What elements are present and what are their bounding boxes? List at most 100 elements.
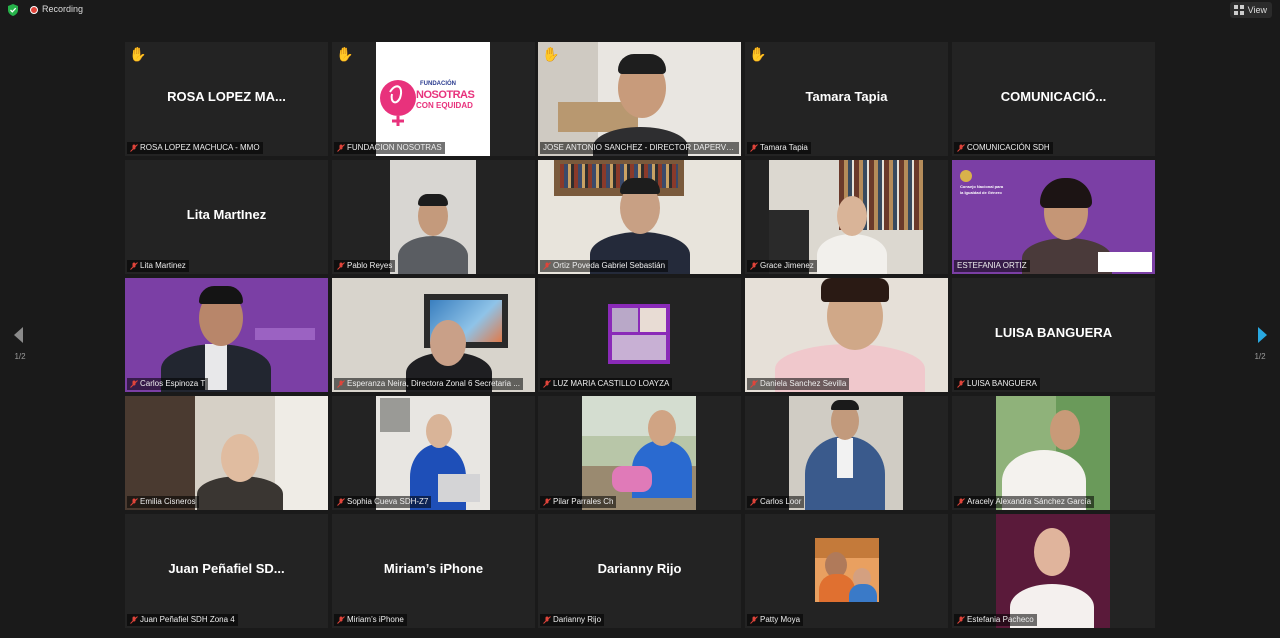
participant-name-label: Ortiz Poveda Gabriel Sebastián	[540, 260, 669, 272]
grid-view-icon	[1233, 5, 1244, 15]
participant-tile[interactable]: Lita MartInez Lita Martinez	[125, 160, 328, 274]
participant-name-label: Patty Moya	[747, 614, 804, 626]
participant-name-label: LUISA BANGUERA	[954, 378, 1040, 390]
participant-name-label: Lita Martinez	[127, 260, 189, 272]
participant-name-label: COMUNICACIÓN SDH	[954, 142, 1053, 154]
participant-video	[769, 160, 923, 274]
participant-tile[interactable]: LUISA BANGUERA LUISA BANGUERA	[952, 278, 1155, 392]
participant-video	[332, 278, 535, 392]
view-label: View	[1247, 5, 1267, 15]
participant-video	[390, 160, 476, 274]
participant-name-label: ROSA LOPEZ MACHUCA - MMO	[127, 142, 263, 154]
participant-tile[interactable]: ✋ FUNDACIÓN NOSOTRAS CON EQUIDAD FUNDACI…	[332, 42, 535, 156]
muted-mic-icon	[543, 380, 551, 388]
muted-mic-icon	[130, 144, 138, 152]
recording-icon	[30, 6, 38, 14]
participant-display-name: Tamara Tapia	[805, 89, 888, 104]
profile-picture	[608, 304, 670, 364]
participant-tile[interactable]: Consejo Nacional para la Igualdad de Gén…	[952, 160, 1155, 274]
participant-name-label: Emilia Cisneros	[127, 496, 199, 508]
participant-tile[interactable]: Sophia Cueva SDH-Z7	[332, 396, 535, 510]
participant-tile[interactable]: Pablo Reyes	[332, 160, 535, 274]
participant-tile[interactable]: Carlos Loor	[745, 396, 948, 510]
muted-mic-icon	[543, 498, 551, 506]
page-indicator-left: 1/2	[14, 352, 26, 361]
participant-video	[376, 396, 490, 510]
participant-display-name: LUISA BANGUERA	[994, 325, 1113, 340]
participant-name-label: Tamara Tapia	[747, 142, 811, 154]
participant-tile[interactable]: Emilia Cisneros	[125, 396, 328, 510]
participant-tile[interactable]: Esperanza Neira, Directora Zonal 6 Secre…	[332, 278, 535, 392]
participant-tile[interactable]: Grace Jimenez	[745, 160, 948, 274]
participant-name-label: ESTEFANIA ORTIZ	[954, 260, 1030, 272]
participant-name-label: Darianny Rijo	[540, 614, 605, 626]
previous-page-arrow-icon[interactable]	[11, 325, 27, 345]
participant-name-label: Estefania Pacheco	[954, 614, 1037, 626]
muted-mic-icon	[750, 380, 758, 388]
participant-name-label: Juan Peñafiel SDH Zona 4	[127, 614, 238, 626]
participant-video	[582, 396, 696, 510]
muted-mic-icon	[750, 262, 758, 270]
profile-picture	[815, 538, 879, 602]
muted-mic-icon	[130, 616, 138, 624]
muted-mic-icon	[957, 380, 965, 388]
participant-tile[interactable]: LUZ MARIA CASTILLO LOAYZA	[538, 278, 741, 392]
participant-video	[125, 278, 328, 392]
participant-tile[interactable]: ✋ ROSA LOPEZ MA... ROSA LOPEZ MACHUCA - …	[125, 42, 328, 156]
participant-video	[996, 514, 1110, 628]
participant-name-label: Miriam’s iPhone	[334, 614, 407, 626]
raised-hand-icon: ✋	[542, 46, 560, 62]
participant-name-label: FUNDACION NOSOTRAS	[334, 142, 445, 154]
participant-video	[125, 396, 328, 510]
participant-video	[538, 160, 741, 274]
muted-mic-icon	[543, 262, 551, 270]
view-button[interactable]: View	[1229, 2, 1272, 18]
raised-hand-icon: ✋	[129, 46, 147, 62]
raised-hand-icon: ✋	[749, 46, 767, 62]
participant-name-label: Pablo Reyes	[334, 260, 396, 272]
recording-label[interactable]: Recording	[42, 4, 83, 14]
participant-display-name: COMUNICACIÓ...	[1000, 89, 1107, 104]
participant-name-label: JOSE ANTONIO SANCHEZ - DIRECTOR DAPERVVE…	[540, 142, 739, 154]
participant-tile[interactable]: Juan Peñafiel SD... Juan Peñafiel SDH Zo…	[125, 514, 328, 628]
participant-tile[interactable]: COMUNICACIÓ... COMUNICACIÓN SDH	[952, 42, 1155, 156]
participant-name-label: Daniela Sanchez Sevilla	[747, 378, 850, 390]
muted-mic-icon	[337, 262, 345, 270]
muted-mic-icon	[337, 144, 345, 152]
raised-hand-icon: ✋	[336, 46, 354, 62]
muted-mic-icon	[543, 616, 551, 624]
muted-mic-icon	[750, 144, 758, 152]
participant-tile[interactable]: Darianny Rijo Darianny Rijo	[538, 514, 741, 628]
participant-name-label: Carlos Loor	[747, 496, 805, 508]
next-page-arrow-icon[interactable]	[1254, 325, 1270, 345]
participant-display-name: Lita MartInez	[186, 207, 267, 222]
participant-video: Consejo Nacional para la Igualdad de Gén…	[952, 160, 1155, 274]
muted-mic-icon	[957, 616, 965, 624]
participant-name-label: Sophia Cueva SDH-Z7	[334, 496, 432, 508]
participant-name-label: LUZ MARIA CASTILLO LOAYZA	[540, 378, 673, 390]
participant-name-label: Pilar Parrales Ch	[540, 496, 617, 508]
muted-mic-icon	[957, 498, 965, 506]
shield-icon[interactable]	[7, 4, 19, 16]
muted-mic-icon	[957, 144, 965, 152]
participant-tile[interactable]: Ortiz Poveda Gabriel Sebastián	[538, 160, 741, 274]
participant-video	[538, 42, 741, 156]
participant-name-label: Grace Jimenez	[747, 260, 817, 272]
top-bar: Recording View	[0, 0, 1280, 20]
foundation-logo: FUNDACIÓN NOSOTRAS CON EQUIDAD	[376, 42, 490, 156]
participant-video	[996, 396, 1110, 510]
participant-tile-active-speaker[interactable]: ✋ JOSE ANTONIO SANCHEZ - DIRECTOR DAPERV…	[538, 42, 741, 156]
muted-mic-icon	[750, 616, 758, 624]
muted-mic-icon	[750, 498, 758, 506]
participant-tile[interactable]: Daniela Sanchez Sevilla	[745, 278, 948, 392]
participant-tile[interactable]: Pilar Parrales Ch	[538, 396, 741, 510]
participant-tile[interactable]: Estefania Pacheco	[952, 514, 1155, 628]
participant-tile[interactable]: ✋ Tamara Tapia Tamara Tapia	[745, 42, 948, 156]
participant-display-name: Juan Peñafiel SD...	[168, 561, 285, 576]
participant-tile[interactable]: Patty Moya	[745, 514, 948, 628]
participant-display-name: Darianny Rijo	[597, 561, 682, 576]
participant-tile[interactable]: Miriam’s iPhone Miriam’s iPhone	[332, 514, 535, 628]
participant-tile[interactable]: Carlos Espinoza T	[125, 278, 328, 392]
page-indicator-right: 1/2	[1254, 352, 1266, 361]
participant-tile[interactable]: Aracely Alexandra Sánchez García	[952, 396, 1155, 510]
